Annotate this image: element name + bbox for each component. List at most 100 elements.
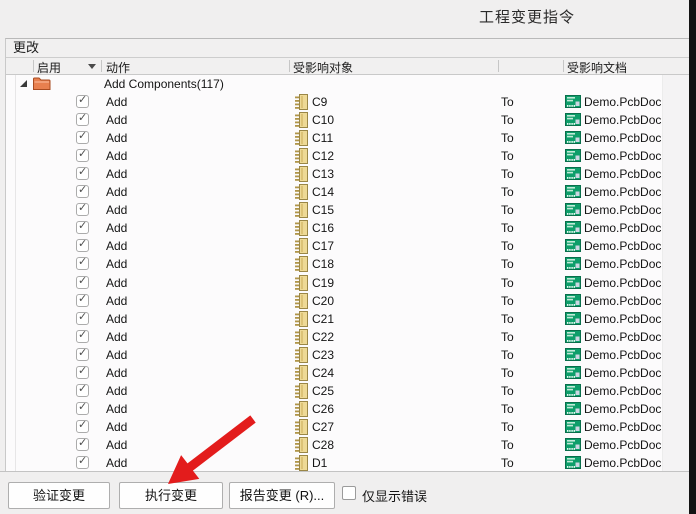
row-action: Add xyxy=(106,402,127,416)
tree-expand-icon[interactable] xyxy=(20,80,27,87)
table-row[interactable]: ✓AddC13ToDemo.PcbDoc xyxy=(6,165,689,183)
check-icon: ✓ xyxy=(78,256,87,269)
dropdown-arrow-icon[interactable] xyxy=(88,64,96,69)
validate-changes-button[interactable]: 验证变更 xyxy=(8,482,110,509)
row-enabled-checkbox[interactable]: ✓ xyxy=(76,402,89,415)
column-separator xyxy=(498,60,499,72)
table-row[interactable]: ✓AddC10ToDemo.PcbDoc xyxy=(6,111,689,129)
row-designator: C24 xyxy=(312,366,334,380)
component-icon xyxy=(295,130,309,146)
row-enabled-checkbox[interactable]: ✓ xyxy=(76,312,89,325)
table-row[interactable]: ✓AddC22ToDemo.PcbDoc xyxy=(6,328,689,346)
component-icon xyxy=(295,401,309,417)
column-header-affected-object[interactable]: 受影响对象 xyxy=(293,59,353,76)
column-header-action[interactable]: 动作 xyxy=(106,59,130,76)
row-document: Demo.PcbDoc xyxy=(584,276,661,290)
row-document: Demo.PcbDoc xyxy=(584,312,661,326)
row-direction: To xyxy=(501,167,514,181)
table-row[interactable]: ✓AddC16ToDemo.PcbDoc xyxy=(6,219,689,237)
row-enabled-checkbox[interactable]: ✓ xyxy=(76,149,89,162)
row-designator: C19 xyxy=(312,276,334,290)
row-action: Add xyxy=(106,221,127,235)
table-row[interactable]: ✓AddD1ToDemo.PcbDoc xyxy=(6,454,689,472)
row-designator: D1 xyxy=(312,456,327,470)
table-row[interactable]: ✓AddC23ToDemo.PcbDoc xyxy=(6,346,689,364)
row-designator: C28 xyxy=(312,438,334,452)
table-row[interactable]: ✓AddC26ToDemo.PcbDoc xyxy=(6,400,689,418)
table-row[interactable]: ✓AddC24ToDemo.PcbDoc xyxy=(6,364,689,382)
row-action: Add xyxy=(106,149,127,163)
changes-group-header: 更改 xyxy=(6,39,689,58)
component-icon xyxy=(295,166,309,182)
column-header-enable[interactable]: 启用 xyxy=(37,59,61,76)
dialog-title: 工程变更指令 xyxy=(479,6,575,27)
row-document: Demo.PcbDoc xyxy=(584,366,661,380)
row-designator: C11 xyxy=(312,131,333,145)
table-row[interactable]: ✓AddC11ToDemo.PcbDoc xyxy=(6,129,689,147)
row-direction: To xyxy=(501,402,514,416)
row-enabled-checkbox[interactable]: ✓ xyxy=(76,366,89,379)
row-action: Add xyxy=(106,294,127,308)
row-enabled-checkbox[interactable]: ✓ xyxy=(76,438,89,451)
row-action: Add xyxy=(106,420,127,434)
component-icon xyxy=(295,347,309,363)
row-document: Demo.PcbDoc xyxy=(584,239,661,253)
table-row[interactable]: ✓AddC17ToDemo.PcbDoc xyxy=(6,237,689,255)
row-enabled-checkbox[interactable]: ✓ xyxy=(76,221,89,234)
row-direction: To xyxy=(501,438,514,452)
row-action: Add xyxy=(106,257,127,271)
row-enabled-checkbox[interactable]: ✓ xyxy=(76,294,89,307)
row-enabled-checkbox[interactable]: ✓ xyxy=(76,384,89,397)
row-action: Add xyxy=(106,239,127,253)
table-row[interactable]: ✓AddC9ToDemo.PcbDoc xyxy=(6,93,689,111)
row-action: Add xyxy=(106,366,127,380)
row-action: Add xyxy=(106,384,127,398)
component-icon xyxy=(295,220,309,236)
row-document: Demo.PcbDoc xyxy=(584,257,661,271)
table-row[interactable]: ✓AddC18ToDemo.PcbDoc xyxy=(6,255,689,273)
pcb-document-icon xyxy=(565,113,581,126)
table-row[interactable]: ✓AddC28ToDemo.PcbDoc xyxy=(6,436,689,454)
table-row[interactable]: ✓AddC12ToDemo.PcbDoc xyxy=(6,147,689,165)
row-direction: To xyxy=(501,239,514,253)
row-enabled-checkbox[interactable]: ✓ xyxy=(76,257,89,270)
row-action: Add xyxy=(106,185,127,199)
row-enabled-checkbox[interactable]: ✓ xyxy=(76,330,89,343)
tree-group-row[interactable]: Add Components(117) xyxy=(6,75,689,93)
table-row[interactable]: ✓AddC21ToDemo.PcbDoc xyxy=(6,310,689,328)
row-enabled-checkbox[interactable]: ✓ xyxy=(76,113,89,126)
row-enabled-checkbox[interactable]: ✓ xyxy=(76,348,89,361)
row-enabled-checkbox[interactable]: ✓ xyxy=(76,95,89,108)
column-header-affected-document[interactable]: 受影响文档 xyxy=(567,59,627,76)
report-changes-button[interactable]: 报告变更 (R)... xyxy=(229,482,335,509)
table-row[interactable]: ✓AddC25ToDemo.PcbDoc xyxy=(6,382,689,400)
check-icon: ✓ xyxy=(78,238,87,251)
component-icon xyxy=(295,256,309,272)
row-designator: C18 xyxy=(312,257,334,271)
check-icon: ✓ xyxy=(78,437,87,450)
row-action: Add xyxy=(106,312,127,326)
row-enabled-checkbox[interactable]: ✓ xyxy=(76,420,89,433)
row-document: Demo.PcbDoc xyxy=(584,113,661,127)
row-enabled-checkbox[interactable]: ✓ xyxy=(76,239,89,252)
component-icon xyxy=(295,94,309,110)
table-row[interactable]: ✓AddC15ToDemo.PcbDoc xyxy=(6,201,689,219)
row-enabled-checkbox[interactable]: ✓ xyxy=(76,185,89,198)
row-designator: C9 xyxy=(312,95,327,109)
row-enabled-checkbox[interactable]: ✓ xyxy=(76,276,89,289)
only-show-errors-checkbox[interactable] xyxy=(342,486,356,500)
check-icon: ✓ xyxy=(78,148,87,161)
pcb-document-icon xyxy=(565,384,581,397)
table-row[interactable]: ✓AddC19ToDemo.PcbDoc xyxy=(6,274,689,292)
row-enabled-checkbox[interactable]: ✓ xyxy=(76,131,89,144)
row-enabled-checkbox[interactable]: ✓ xyxy=(76,167,89,180)
table-row[interactable]: ✓AddC27ToDemo.PcbDoc xyxy=(6,418,689,436)
execute-changes-button[interactable]: 执行变更 xyxy=(119,482,223,509)
tree-group-label: Add Components(117) xyxy=(104,77,224,91)
row-enabled-checkbox[interactable]: ✓ xyxy=(76,456,89,469)
table-row[interactable]: ✓AddC20ToDemo.PcbDoc xyxy=(6,292,689,310)
table-row[interactable]: ✓AddC14ToDemo.PcbDoc xyxy=(6,183,689,201)
row-enabled-checkbox[interactable]: ✓ xyxy=(76,203,89,216)
check-icon: ✓ xyxy=(78,311,87,324)
row-action: Add xyxy=(106,456,127,470)
